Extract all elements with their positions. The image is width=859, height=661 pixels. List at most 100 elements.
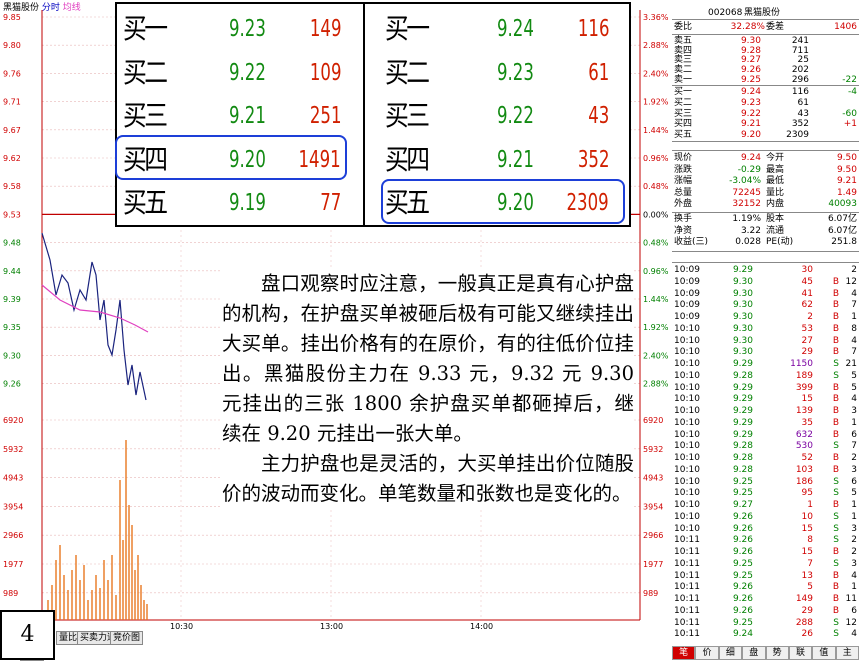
panel-divider: [672, 251, 859, 252]
panel-tab[interactable]: 价: [695, 646, 719, 660]
orderbook-volume: 352: [577, 146, 609, 173]
price-axis-label: 9.71: [3, 98, 21, 107]
ask-row: 卖二 9.26 202: [674, 66, 857, 75]
stat-value: 9.50: [836, 164, 857, 175]
tick-side: S: [833, 523, 839, 534]
tick-row: 10:09 9.30 62 B 7: [674, 301, 857, 310]
chart-ma-label: 均线: [62, 3, 81, 13]
bid-change: -4: [848, 87, 857, 97]
panel-tab[interactable]: 盘: [742, 646, 766, 660]
stat-row: 外盘 32152 内盘 40093: [674, 200, 857, 209]
tick-price: 9.26: [732, 605, 753, 616]
tick-time: 10:10: [674, 441, 700, 452]
tick-volume: 53: [801, 323, 813, 334]
pct-axis-label: 2.88%: [643, 380, 669, 389]
stat-value: 9.24: [740, 153, 761, 163]
panel-tab[interactable]: 笔: [672, 646, 696, 660]
stat-value: 1.49: [836, 187, 857, 198]
orderbook-level-label: 买五: [123, 186, 168, 219]
tick-row: 10:10 9.28 530 S 7: [674, 442, 857, 451]
ask-change: -22: [842, 74, 857, 85]
chart-title: 黑猫股份 分时 均线: [3, 3, 81, 13]
bid-row: 买二 9.23 61: [674, 98, 857, 108]
volume-axis-label-right: 1977: [643, 560, 663, 569]
tick-volume: 1: [807, 500, 813, 510]
stat2-row: 换手 1.19% 股本 6.07亿: [674, 215, 857, 224]
stock-code: 002068: [708, 8, 743, 18]
volume-axis-label: 2966: [3, 531, 23, 540]
ask-volume: 711: [791, 45, 809, 56]
tick-row: 10:09 9.29 30 2: [674, 266, 857, 275]
pct-axis-label: 0.48%: [643, 182, 669, 191]
tick-price: 9.29: [732, 417, 753, 428]
orderbook-left-row: 买五 9.19 77: [117, 182, 345, 224]
bid-row: 买一 9.24 116 -4: [674, 88, 857, 97]
tick-count: 4: [851, 335, 857, 346]
stat-value: 9.50: [836, 153, 857, 163]
tick-row: 10:10 9.29 35 B 1: [674, 417, 857, 428]
time-axis-label: 13:00: [320, 622, 343, 631]
price-axis-label: 9.67: [3, 126, 21, 135]
tick-volume: 62: [801, 300, 813, 311]
tick-time: 10:10: [674, 417, 700, 428]
stat-row: 涨跌 -0.29 最高 9.50: [674, 164, 857, 175]
tick-count: 6: [851, 429, 857, 440]
chart-period: 分时: [41, 3, 60, 13]
stat-label: 现价: [674, 153, 693, 163]
tick-time: 10:11: [674, 558, 700, 569]
volume-axis-label-right: 989: [643, 589, 658, 598]
price-axis-label: 9.44: [3, 267, 21, 276]
tick-side: B: [832, 323, 839, 334]
tick-volume: 399: [795, 382, 813, 393]
tick-row: 10:11 9.26 149 B 11: [674, 595, 857, 604]
tick-count: 12: [845, 617, 857, 628]
orderbook-right-row: 买一 9.24 116: [379, 8, 609, 50]
panel-tab[interactable]: 主: [835, 646, 859, 660]
stat-label: 总量: [674, 187, 693, 198]
pct-axis-label: 2.88%: [643, 41, 669, 50]
bid-volume: 2309: [786, 130, 809, 141]
tick-side: B: [832, 276, 839, 287]
panel-tab[interactable]: 联: [788, 646, 813, 660]
stat-value: -3.04%: [729, 176, 761, 186]
weicha-value: 1406: [834, 22, 857, 32]
ask-row: 卖四 9.28 711: [674, 45, 857, 56]
tick-volume: 288: [795, 617, 813, 628]
weibi-row: 委比 32.28% 委差 1406: [674, 23, 857, 32]
tick-count: 21: [845, 359, 857, 369]
tick-side: B: [832, 453, 839, 463]
tick-count: 5: [851, 488, 857, 499]
tick-price: 9.29: [732, 265, 753, 275]
bid-label: 买三: [674, 108, 693, 119]
tick-price: 9.30: [732, 276, 753, 287]
tick-price: 9.27: [732, 500, 753, 510]
tick-count: 1: [851, 417, 857, 428]
tick-time: 10:11: [674, 535, 700, 546]
ask-label: 卖一: [674, 74, 693, 85]
tick-volume: 186: [795, 476, 813, 487]
tick-time: 10:11: [674, 605, 700, 616]
stat-row: 涨幅 -3.04% 最低 9.21: [674, 177, 857, 186]
tab-auction-chart[interactable]: 竞价图: [110, 631, 144, 645]
pct-axis-label: 0.96%: [643, 267, 669, 276]
price-line: [41, 232, 147, 401]
panel-tab[interactable]: 势: [765, 646, 789, 660]
tick-side: B: [832, 406, 839, 416]
tick-row: 10:10 9.29 399 B 5: [674, 382, 857, 393]
volume-axis-label-right: 4943: [643, 474, 663, 483]
bid-volume: 116: [791, 87, 809, 97]
tick-side: B: [832, 547, 839, 557]
weibi-label: 委比: [674, 22, 693, 32]
stat-value: 40093: [828, 199, 857, 209]
tick-time: 10:10: [674, 382, 700, 393]
tick-count: 11: [845, 594, 857, 604]
panel-tab[interactable]: 值: [812, 646, 836, 660]
orderbook-left-row: 买二 9.22 109: [117, 52, 345, 94]
tick-count: 1: [851, 582, 857, 593]
panel-tab[interactable]: 细: [718, 646, 743, 660]
tick-volume: 30: [801, 265, 813, 275]
stat-label: 涨跌: [674, 164, 693, 175]
stat-label: 净资: [674, 225, 693, 236]
chart-stock-name: 黑猫股份: [3, 3, 40, 13]
tick-price: 9.30: [732, 300, 753, 311]
